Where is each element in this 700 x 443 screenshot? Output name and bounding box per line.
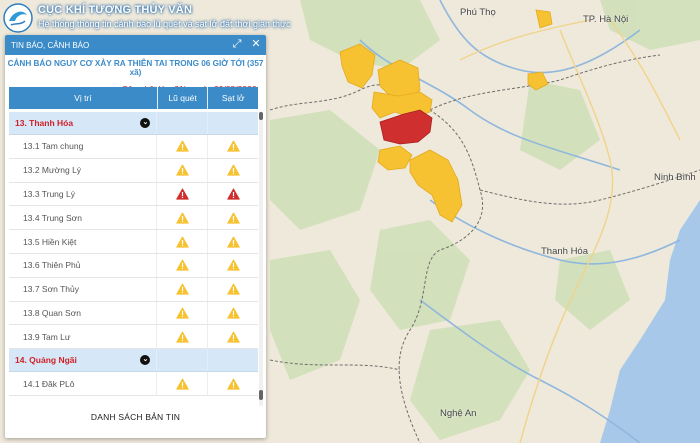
site-header: CỤC KHÍ TƯỢNG THỦY VĂN Hệ thống thông ti… bbox=[0, 0, 330, 36]
flash-flood-warning-icon bbox=[157, 230, 209, 253]
landslide-warning-icon bbox=[208, 254, 258, 277]
commune-name: 13.3 Trung Lý bbox=[9, 182, 158, 206]
agency-name: CỤC KHÍ TƯỢNG THỦY VĂN bbox=[38, 4, 193, 16]
warning-table-body[interactable]: 13. Thanh Hóa ⌄ 13.1 Tam chung 13.2 Mường … bbox=[9, 112, 258, 406]
city-label-nghe-an: Nghệ An bbox=[440, 408, 477, 419]
flash-flood-warning-icon bbox=[157, 301, 209, 325]
flash-flood-warning-icon bbox=[157, 372, 209, 395]
commune-name: 13.6 Thiên Phủ bbox=[9, 253, 158, 277]
warning-heading: CẢNH BÁO NGUY CƠ XẢY RA THIÊN TAI TRONG … bbox=[7, 59, 264, 77]
scrollbar[interactable] bbox=[259, 112, 263, 406]
landslide-warning-icon bbox=[208, 206, 258, 229]
bulletin-list-link[interactable]: DANH SÁCH BẢN TIN bbox=[5, 412, 266, 422]
commune-name: 13.2 Mường Lý bbox=[9, 158, 158, 182]
chevron-down-icon[interactable]: ⌄ bbox=[140, 355, 151, 366]
commune-name: 13.1 Tam chung bbox=[9, 135, 158, 158]
panel-header: TIN BÁO, CẢNH BÁO ⤢ ✕ bbox=[5, 35, 266, 55]
commune-row[interactable]: 13.9 Tam Lư bbox=[9, 325, 258, 350]
province-name: 13. Thanh Hóa bbox=[15, 118, 74, 128]
flash-flood-warning-icon bbox=[157, 277, 209, 301]
landslide-warning-icon bbox=[208, 372, 258, 395]
column-flash-flood: Lũ quét bbox=[158, 87, 209, 109]
flash-flood-warning-icon bbox=[157, 158, 209, 182]
panel-title: TIN BÁO, CẢNH BÁO bbox=[11, 40, 90, 50]
scroll-thumb[interactable] bbox=[259, 390, 263, 400]
column-landslide: Sạt lở bbox=[221, 93, 245, 103]
landslide-warning-icon bbox=[208, 135, 258, 158]
commune-row[interactable]: 13.3 Trung Lý bbox=[9, 182, 258, 207]
commune-name: 13.5 Hiền Kiệt bbox=[9, 230, 158, 253]
commune-name: 13.7 Sơn Thủy bbox=[9, 277, 158, 301]
landslide-warning-icon bbox=[208, 183, 258, 206]
chevron-down-icon[interactable]: ⌄ bbox=[140, 118, 151, 128]
province-row-quang-ngai[interactable]: 14. Quảng Ngãi ⌄ bbox=[9, 349, 258, 373]
landslide-warning-icon bbox=[208, 302, 258, 325]
landslide-warning-icon bbox=[208, 325, 258, 348]
close-icon[interactable]: ✕ bbox=[250, 38, 262, 50]
commune-row[interactable]: 13.8 Quan Sơn bbox=[9, 301, 258, 326]
flash-flood-warning-icon bbox=[157, 182, 209, 206]
commune-row[interactable]: 14.1 Đăk PLô bbox=[9, 372, 258, 396]
commune-row[interactable]: 13.1 Tam chung bbox=[9, 135, 258, 159]
commune-row[interactable]: 13.7 Sơn Thủy bbox=[9, 277, 258, 302]
commune-row[interactable]: 13.2 Mường Lý bbox=[9, 158, 258, 183]
expand-icon[interactable]: ⤢ bbox=[231, 38, 243, 50]
landslide-warning-icon bbox=[208, 230, 258, 253]
commune-name: 14.1 Đăk PLô bbox=[9, 372, 158, 395]
commune-name: 13.9 Tam Lư bbox=[9, 325, 158, 349]
province-name: 14. Quảng Ngãi bbox=[15, 355, 77, 366]
warning-table-header: Vị trí Lũ quét Sạt lở bbox=[9, 87, 258, 109]
landslide-warning-icon bbox=[208, 278, 258, 301]
site-tagline: Hệ thống thông tin cảnh báo lũ quét và s… bbox=[38, 19, 291, 29]
city-label-phu-tho: Phú Thọ bbox=[460, 7, 496, 18]
city-label-thanh-hoa: Thanh Hóa bbox=[541, 246, 589, 257]
city-label-ninh-binh: Ninh Bình bbox=[654, 172, 696, 183]
flash-flood-warning-icon bbox=[157, 325, 209, 349]
landslide-warning-icon bbox=[208, 159, 258, 182]
commune-row[interactable]: 13.4 Trung Sơn bbox=[9, 206, 258, 231]
column-location: Vị trí bbox=[9, 87, 158, 109]
city-label-ha-noi: TP. Hà Nội bbox=[583, 14, 629, 25]
flash-flood-warning-icon bbox=[157, 253, 209, 277]
commune-name: 13.8 Quan Sơn bbox=[9, 301, 158, 325]
province-row-thanh-hoa[interactable]: 13. Thanh Hóa ⌄ bbox=[9, 112, 258, 135]
commune-name: 13.4 Trung Sơn bbox=[9, 206, 158, 230]
commune-row[interactable]: 13.5 Hiền Kiệt bbox=[9, 230, 258, 254]
scroll-up-arrow[interactable] bbox=[259, 112, 263, 120]
flash-flood-warning-icon bbox=[157, 135, 209, 158]
flash-flood-warning-icon bbox=[157, 206, 209, 230]
warning-panel: TIN BÁO, CẢNH BÁO ⤢ ✕ CẢNH BÁO NGUY CƠ X… bbox=[5, 35, 266, 438]
agency-logo-icon[interactable] bbox=[3, 3, 33, 33]
commune-row[interactable]: 13.6 Thiên Phủ bbox=[9, 253, 258, 278]
